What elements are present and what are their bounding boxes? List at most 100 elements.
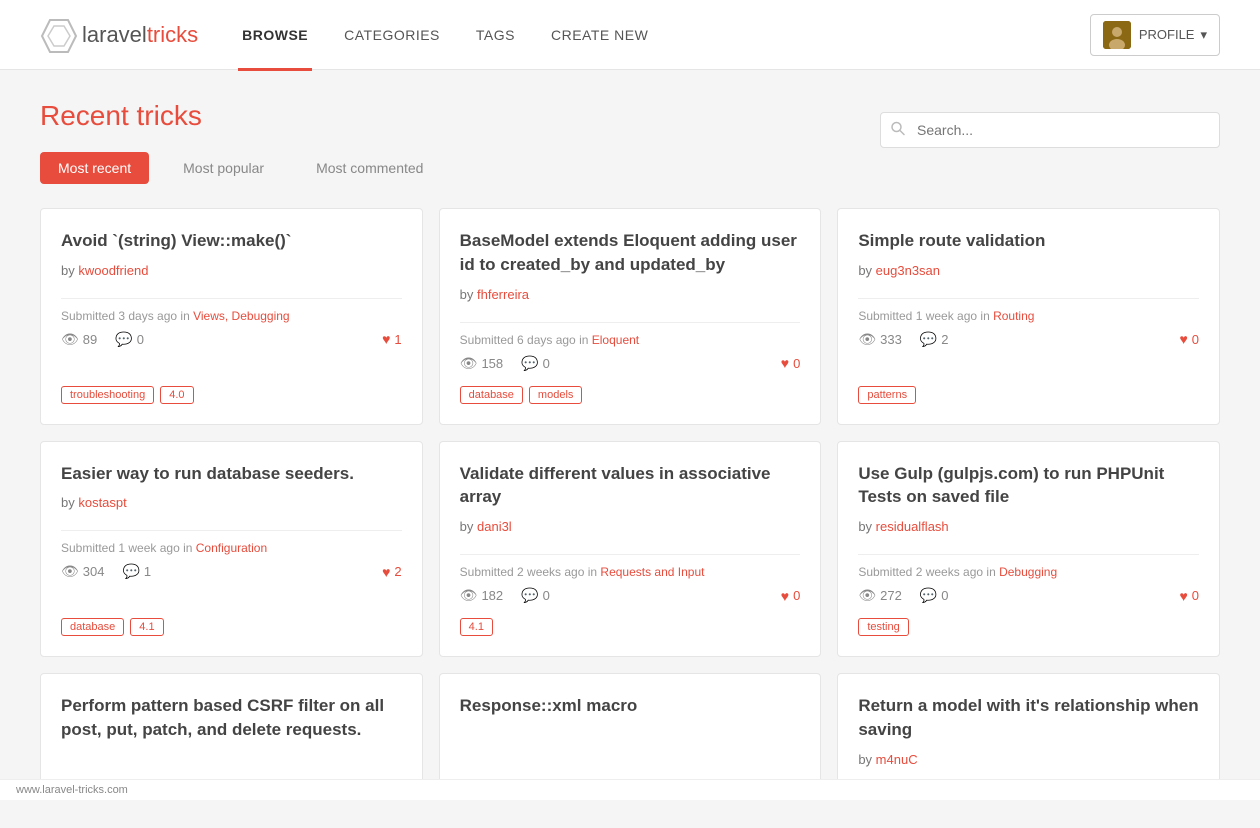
card-title: Avoid `(string) View::make()` [61, 229, 402, 253]
filter-most-recent[interactable]: Most recent [40, 152, 149, 184]
header: laraveltricks BROWSE CATEGORIES TAGS CRE… [0, 0, 1260, 70]
author-link[interactable]: kostaspt [78, 495, 126, 510]
card-author: by kostaspt [61, 495, 402, 510]
nav-categories[interactable]: CATEGORIES [340, 0, 444, 70]
card-title-link[interactable]: BaseModel extends Eloquent adding user i… [460, 231, 797, 274]
tag[interactable]: testing [858, 618, 908, 636]
nav-tags[interactable]: TAGS [472, 0, 519, 70]
author-link[interactable]: dani3l [477, 519, 512, 534]
category-link[interactable]: Views, Debugging [193, 309, 290, 323]
card-title: Return a model with it's relationship wh… [858, 694, 1199, 742]
card-stats: 👁 272 💬 0 ♥ 0 [858, 587, 1199, 604]
tag[interactable]: 4.1 [460, 618, 493, 636]
logo-icon [40, 16, 78, 54]
category-link[interactable]: Configuration [196, 541, 267, 555]
views-count: 333 [880, 332, 902, 347]
card-meta: Submitted 1 week ago in Configuration [61, 541, 402, 555]
likes-stat: ♥ 0 [781, 588, 801, 604]
card-title: Use Gulp (gulpjs.com) to run PHPUnit Tes… [858, 462, 1199, 510]
card-stats: 👁 158 💬 0 ♥ 0 [460, 355, 801, 372]
card-tags: 4.1 [460, 618, 801, 636]
card-title-link[interactable]: Simple route validation [858, 231, 1045, 250]
card-stats: 👁 333 💬 2 ♥ 0 [858, 331, 1199, 348]
card-title-link[interactable]: Validate different values in associative… [460, 464, 771, 507]
likes-stat: ♥ 0 [781, 355, 801, 371]
card-meta: Submitted 6 days ago in Eloquent [460, 333, 801, 347]
comments-stat: 💬 0 [521, 587, 550, 604]
comments-count: 0 [543, 588, 550, 603]
card-tags: database 4.1 [61, 618, 402, 636]
eye-icon: 👁 [858, 587, 876, 604]
tag[interactable]: 4.0 [160, 386, 193, 404]
likes-count: 0 [1192, 588, 1199, 603]
tag[interactable]: database [61, 618, 124, 636]
author-link[interactable]: kwoodfriend [78, 263, 148, 278]
filter-bar: Most recent Most popular Most commented [40, 152, 1220, 184]
profile-button[interactable]: PROFILE ▾ [1090, 14, 1220, 56]
author-link[interactable]: residualflash [876, 519, 949, 534]
card-tags: patterns [858, 386, 1199, 404]
card-title-link[interactable]: Response::xml macro [460, 696, 638, 715]
tag[interactable]: models [529, 386, 582, 404]
card-title-link[interactable]: Easier way to run database seeders. [61, 464, 354, 483]
likes-count: 0 [793, 588, 800, 603]
tag[interactable]: database [460, 386, 523, 404]
comments-count: 0 [137, 332, 144, 347]
author-link[interactable]: fhferreira [477, 287, 529, 302]
tag[interactable]: patterns [858, 386, 916, 404]
card-title-link[interactable]: Use Gulp (gulpjs.com) to run PHPUnit Tes… [858, 464, 1164, 507]
views-stat: 👁 158 [460, 355, 503, 372]
category-link[interactable]: Debugging [999, 565, 1057, 579]
main-content: Recent tricks Most recent Most popular M… [0, 70, 1260, 828]
comment-icon: 💬 [920, 587, 937, 604]
card-title-link[interactable]: Perform pattern based CSRF filter on all… [61, 696, 384, 739]
author-link[interactable]: m4nuC [876, 752, 918, 767]
category-link[interactable]: Routing [993, 309, 1034, 323]
card-stats: 👁 182 💬 0 ♥ 0 [460, 587, 801, 604]
heart-icon: ♥ [1179, 588, 1187, 604]
tag[interactable]: 4.1 [130, 618, 163, 636]
filter-most-commented[interactable]: Most commented [298, 152, 441, 184]
trick-card-4: Easier way to run database seeders. by k… [40, 441, 423, 658]
tag[interactable]: troubleshooting [61, 386, 154, 404]
card-author: by residualflash [858, 519, 1199, 534]
search-input[interactable] [880, 112, 1220, 148]
views-stat: 👁 272 [858, 587, 901, 604]
views-stat: 👁 304 [61, 563, 104, 580]
eye-icon: 👁 [460, 587, 478, 604]
trick-card-1: Avoid `(string) View::make()` by kwoodfr… [40, 208, 423, 425]
card-author: by dani3l [460, 519, 801, 534]
card-title: Response::xml macro [460, 694, 801, 718]
likes-count: 0 [1192, 332, 1199, 347]
card-stats: 👁 89 💬 0 ♥ 1 [61, 331, 402, 348]
author-link[interactable]: eug3n3san [876, 263, 940, 278]
category-link[interactable]: Eloquent [592, 333, 639, 347]
avatar [1103, 21, 1131, 49]
nav-browse[interactable]: BROWSE [238, 0, 312, 70]
cards-grid: Avoid `(string) View::make()` by kwoodfr… [40, 208, 1220, 798]
card-title-link[interactable]: Avoid `(string) View::make()` [61, 231, 291, 250]
card-meta: Submitted 1 week ago in Routing [858, 309, 1199, 323]
logo-tricks: tricks [147, 22, 198, 48]
category-link[interactable]: Requests and Input [600, 565, 704, 579]
card-title: Validate different values in associative… [460, 462, 801, 510]
eye-icon: 👁 [460, 355, 478, 372]
likes-stat: ♥ 0 [1179, 331, 1199, 347]
comments-count: 0 [941, 588, 948, 603]
card-tags: troubleshooting 4.0 [61, 386, 402, 404]
views-stat: 👁 182 [460, 587, 503, 604]
comments-stat: 💬 2 [920, 331, 949, 348]
views-count: 158 [481, 356, 503, 371]
likes-count: 1 [394, 332, 401, 347]
comments-stat: 💬 0 [115, 331, 144, 348]
logo[interactable]: laraveltricks [40, 16, 198, 54]
card-title-link[interactable]: Return a model with it's relationship wh… [858, 696, 1198, 739]
nav-create-new[interactable]: CREATE NEW [547, 0, 652, 70]
comments-count: 1 [144, 564, 151, 579]
logo-laravel: laravel [82, 22, 147, 48]
trick-card-2: BaseModel extends Eloquent adding user i… [439, 208, 822, 425]
eye-icon: 👁 [61, 563, 79, 580]
filter-most-popular[interactable]: Most popular [165, 152, 282, 184]
card-title: BaseModel extends Eloquent adding user i… [460, 229, 801, 277]
comments-stat: 💬 0 [920, 587, 949, 604]
